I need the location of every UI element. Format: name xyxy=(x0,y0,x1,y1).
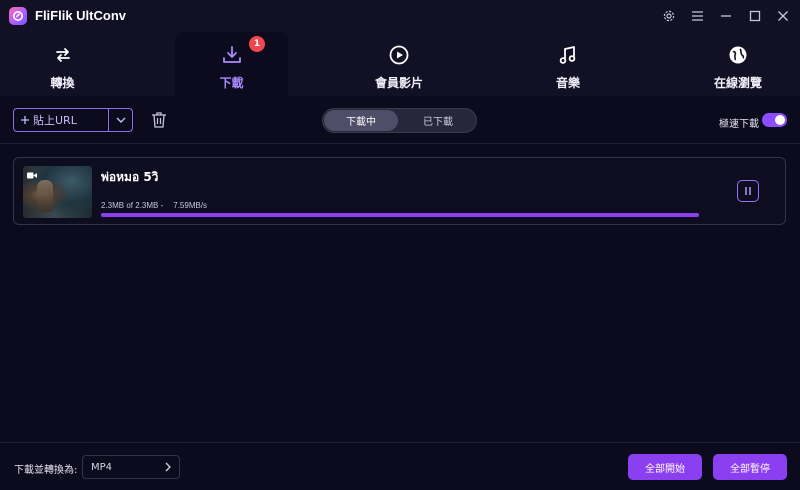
globe-icon xyxy=(727,44,749,66)
maximize-button[interactable] xyxy=(745,6,765,26)
plus-icon xyxy=(21,116,29,124)
pause-all-button[interactable]: 全部暫停 xyxy=(713,454,787,480)
turbo-download-toggle[interactable] xyxy=(762,113,787,127)
play-circle-icon xyxy=(388,44,410,66)
close-icon xyxy=(778,11,788,21)
download-progress-bar xyxy=(101,213,699,217)
paste-url-group: 貼上URL xyxy=(13,108,133,132)
maximize-icon xyxy=(749,10,761,22)
title-bar: FliFlik UltConv xyxy=(0,0,800,32)
footer-divider xyxy=(0,442,800,443)
progress-info: 2.3MB of 2.3MB - 7.59MB/s xyxy=(101,201,217,210)
output-format-select[interactable]: MP4 xyxy=(82,455,180,479)
video-title: พ่อหมอ 5วิ xyxy=(101,170,159,184)
menu-button[interactable] xyxy=(687,6,707,26)
hamburger-icon xyxy=(691,11,703,21)
format-value: MP4 xyxy=(91,461,113,473)
tab-label: 在線瀏覽 xyxy=(713,76,762,90)
convert-arrows-icon xyxy=(52,44,74,66)
gear-icon xyxy=(663,10,675,22)
app-logo xyxy=(9,7,27,25)
segment-downloaded[interactable]: 已下載 xyxy=(401,110,475,131)
download-status-switch: 下載中 已下載 xyxy=(322,108,477,133)
download-progress-fill xyxy=(101,213,699,217)
main-tabs: 轉換 下載 1 會員影片 音樂 在線瀏覽 xyxy=(0,32,800,96)
paste-url-button[interactable]: 貼上URL xyxy=(14,109,108,131)
segment-downloading[interactable]: 下載中 xyxy=(324,110,398,131)
paste-options-dropdown[interactable] xyxy=(108,109,132,131)
video-camera-icon xyxy=(27,172,37,179)
start-all-button[interactable]: 全部開始 xyxy=(628,454,702,480)
logo-glyph-icon xyxy=(13,11,23,21)
music-note-icon xyxy=(557,44,579,66)
video-thumbnail xyxy=(23,166,92,218)
tab-download[interactable]: 下載 1 xyxy=(175,32,288,96)
trash-icon xyxy=(152,112,166,128)
tab-label: 下載 xyxy=(219,76,244,90)
download-icon xyxy=(221,44,243,66)
download-speed-text: 7.59MB/s xyxy=(173,201,208,210)
download-item: พ่อหมอ 5วิ 2.3MB of 2.3MB - 7.59MB/s xyxy=(13,157,786,225)
toolbar-divider xyxy=(0,143,800,144)
tab-music[interactable]: 音樂 xyxy=(510,32,626,96)
app-title: FliFlik UltConv xyxy=(35,8,126,23)
delete-button[interactable] xyxy=(149,110,169,130)
download-count-badge: 1 xyxy=(249,36,265,52)
pause-icon xyxy=(745,187,751,195)
download-size-text: 2.3MB of 2.3MB - xyxy=(101,201,164,210)
tab-label: 轉換 xyxy=(50,76,75,90)
tab-label: 音樂 xyxy=(555,76,580,90)
chevron-right-icon xyxy=(165,462,171,472)
toggle-knob xyxy=(775,115,785,125)
minimize-button[interactable] xyxy=(716,6,736,26)
tab-member-videos[interactable]: 會員影片 xyxy=(338,32,460,96)
chevron-down-icon xyxy=(116,117,125,123)
tab-online-browse[interactable]: 在線瀏覽 xyxy=(676,32,800,96)
settings-button[interactable] xyxy=(659,6,679,26)
tab-convert[interactable]: 轉換 xyxy=(0,32,125,96)
close-button[interactable] xyxy=(773,6,793,26)
download-convert-label: 下載並轉換為: xyxy=(14,465,78,476)
tab-label: 會員影片 xyxy=(374,76,423,90)
pause-button[interactable] xyxy=(737,180,759,202)
paste-url-label: 貼上URL xyxy=(33,114,77,127)
turbo-download-label: 極速下載 xyxy=(719,119,759,130)
minimize-icon xyxy=(721,15,731,17)
